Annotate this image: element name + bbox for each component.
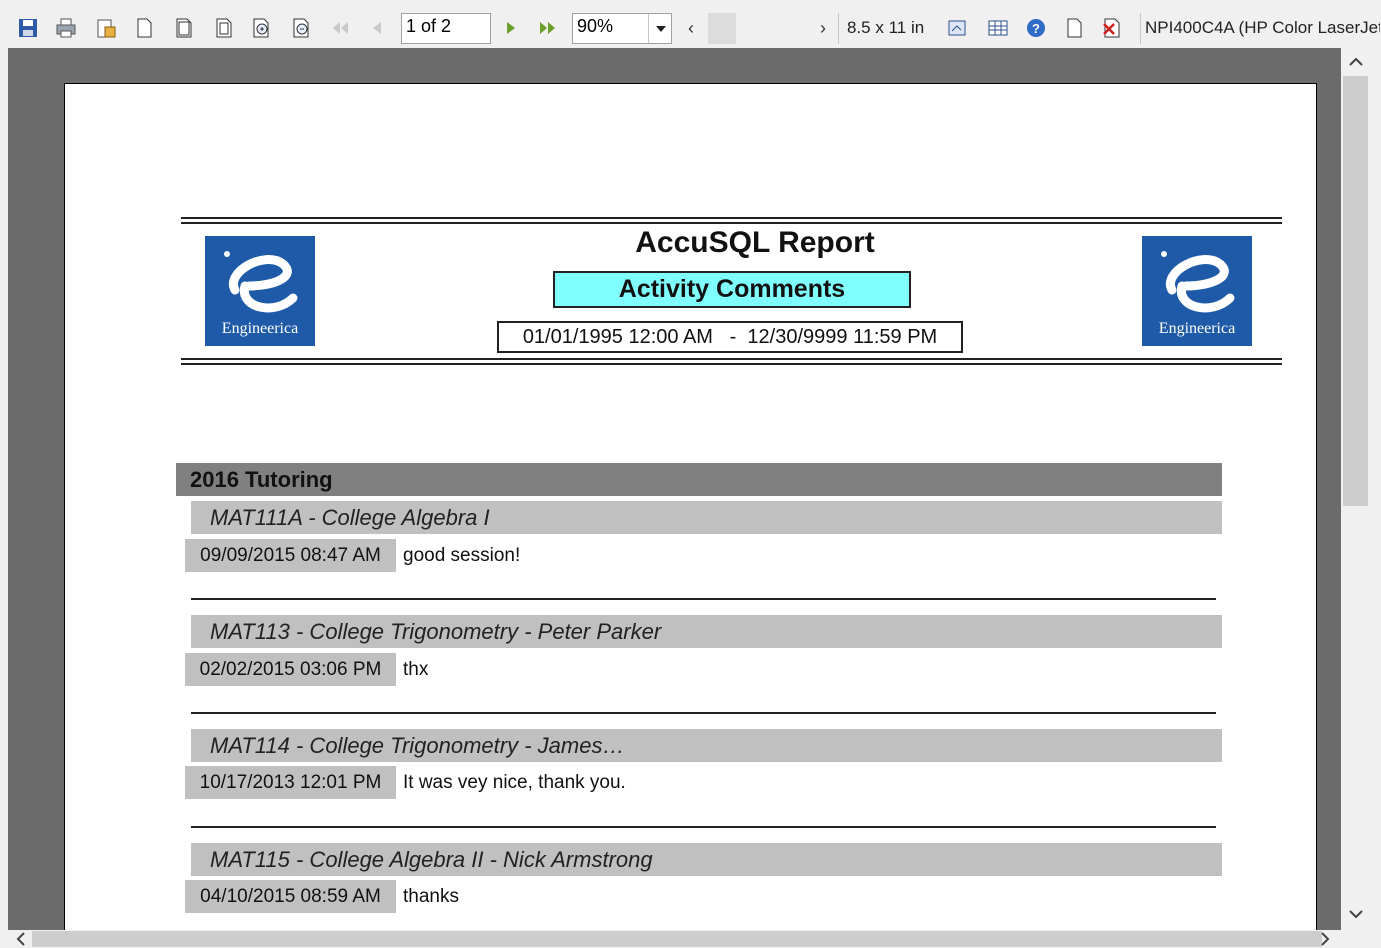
report-page: Engineerica AccuSQL Report Activity Comm… (64, 83, 1317, 930)
report-title: AccuSQL Report (635, 226, 875, 259)
print-setup-icon[interactable] (94, 16, 118, 40)
zoom-dropdown-button[interactable] (648, 14, 672, 43)
group-header: 2016 Tutoring (176, 463, 1222, 496)
whole-page-icon[interactable] (212, 16, 236, 40)
comment-text: good session! (403, 545, 521, 566)
scroll-left-button[interactable] (10, 930, 32, 948)
comment-datetime: 09/09/2015 08:47 AM (185, 539, 396, 572)
previous-page-icon[interactable] (366, 16, 390, 40)
chevron-right-icon (1321, 932, 1330, 946)
course-header: MAT115 - College Algebra II - Nick Armst… (191, 843, 1222, 876)
comment-text: It was vey nice, thank you. (403, 772, 626, 793)
entry-separator (191, 712, 1216, 714)
blank-page-icon[interactable] (1062, 16, 1086, 40)
printer-name-label[interactable]: NPI400C4A (HP Color LaserJet (1140, 13, 1380, 44)
report-subtitle: Activity Comments (553, 271, 911, 308)
zoom-in-icon[interactable] (250, 16, 274, 40)
first-page-icon[interactable] (328, 16, 352, 40)
scroll-down-button[interactable] (1341, 902, 1370, 926)
header-rule (181, 217, 1282, 219)
page-width-icon[interactable] (172, 16, 196, 40)
left-logo: Engineerica (205, 236, 315, 346)
engineerica-e-icon (1161, 251, 1235, 313)
header-rule (181, 363, 1282, 365)
slider-left-button[interactable]: ‹ (680, 13, 702, 44)
date-range: 01/01/1995 12:00 AM - 12/30/9999 11:59 P… (497, 321, 963, 353)
chevron-down-icon (655, 25, 666, 32)
next-page-icon[interactable] (498, 16, 522, 40)
help-icon[interactable]: ? (1024, 16, 1048, 40)
comment-datetime: 10/17/2013 12:01 PM (185, 766, 396, 799)
page-slider[interactable]: ‹ › (680, 13, 835, 44)
scroll-up-button[interactable] (1341, 50, 1370, 74)
vertical-scroll-thumb[interactable] (1343, 76, 1368, 506)
horizontal-scrollbar[interactable] (8, 930, 1370, 948)
zoom-out-icon[interactable] (290, 16, 314, 40)
last-page-icon[interactable] (536, 16, 560, 40)
course-header: MAT113 - College Trigonometry - Peter Pa… (191, 615, 1222, 648)
right-logo: Engineerica (1142, 236, 1252, 346)
horizontal-scroll-thumb[interactable] (32, 931, 1322, 947)
comment-datetime: 02/02/2015 03:06 PM (185, 653, 396, 686)
logo-label: Engineerica (221, 320, 299, 337)
course-header: MAT111A - College Algebra I (191, 501, 1222, 534)
page-number-field[interactable]: 1 of 2 (401, 13, 491, 44)
logo-label: Engineerica (1158, 320, 1236, 337)
paper-size-label: 8.5 x 11 in (838, 13, 938, 44)
table-view-icon[interactable] (986, 16, 1010, 40)
preview-viewport: Engineerica AccuSQL Report Activity Comm… (8, 48, 1341, 930)
slider-thumb[interactable] (708, 13, 736, 44)
comment-text: thanks (403, 886, 459, 907)
entry-separator (191, 826, 1216, 828)
scroll-right-button[interactable] (1314, 930, 1336, 948)
header-rule (181, 222, 1282, 224)
svg-text:?: ? (1032, 21, 1040, 36)
page-setup-icon[interactable] (946, 16, 970, 40)
chevron-up-icon (1348, 57, 1363, 66)
engineerica-e-icon (224, 251, 298, 313)
zoom-value: 90% (577, 16, 614, 36)
chevron-left-icon (16, 932, 25, 946)
save-icon[interactable] (16, 16, 40, 40)
comment-datetime: 04/10/2015 08:59 AM (185, 880, 396, 913)
vertical-scrollbar[interactable] (1341, 48, 1370, 930)
entry-separator (191, 598, 1216, 600)
print-icon[interactable] (54, 16, 78, 40)
slider-right-button[interactable]: › (812, 13, 834, 44)
single-page-icon[interactable] (132, 16, 156, 40)
chevron-down-icon (1348, 910, 1363, 919)
close-preview-icon[interactable] (1100, 16, 1124, 40)
report-toolbar: 1 of 2 90% ‹ › 8.5 x 11 in ? NPI400C4A (… (0, 0, 1381, 48)
course-header: MAT114 - College Trigonometry - James… (191, 729, 1222, 762)
comment-text: thx (403, 659, 429, 680)
header-rule (181, 358, 1282, 360)
